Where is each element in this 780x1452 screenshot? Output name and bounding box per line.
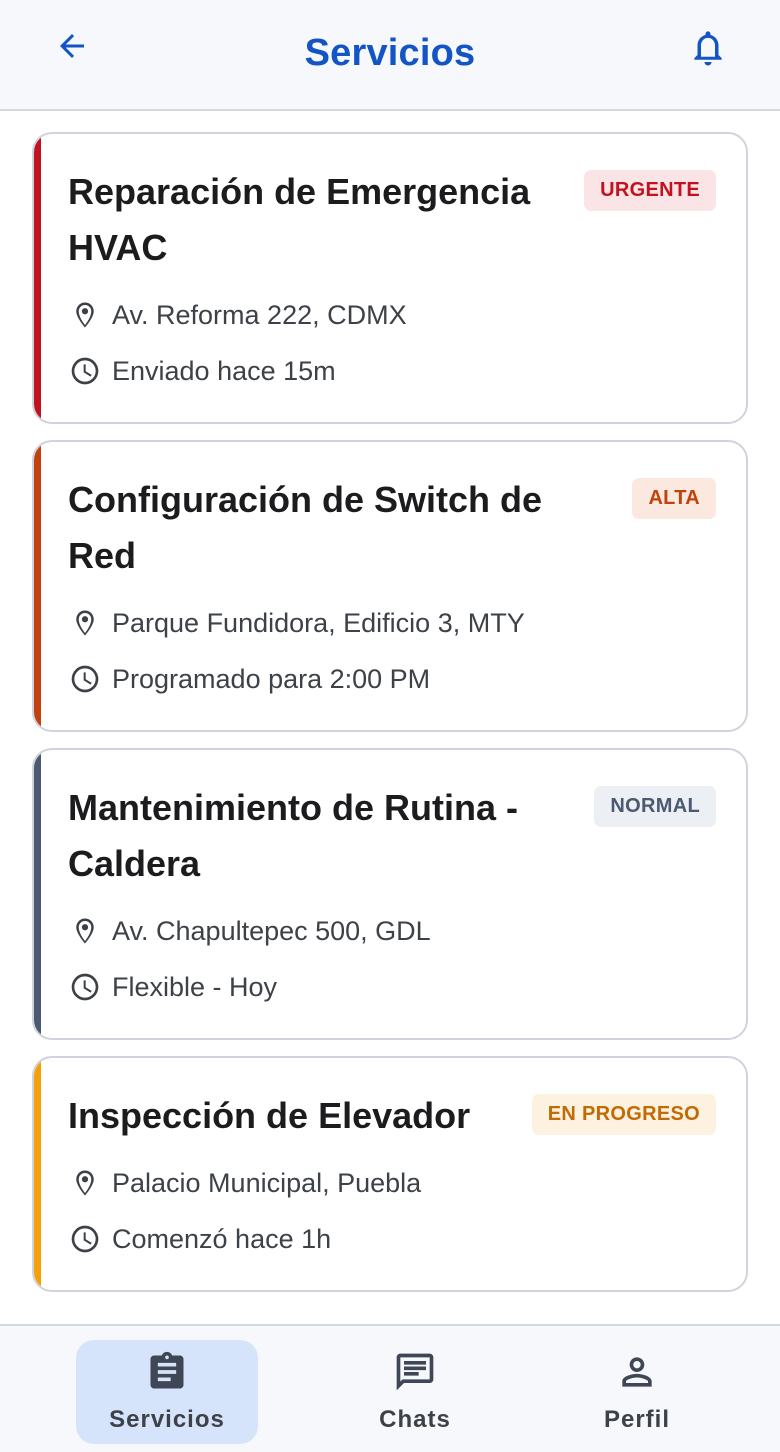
location-text: Palacio Municipal, Puebla — [112, 1167, 422, 1198]
person-icon — [615, 1350, 659, 1394]
top-app-bar: Servicios — [0, 0, 780, 111]
service-card[interactable]: Mantenimiento de Rutina - Caldera NORMAL… — [32, 748, 748, 1040]
service-title: Mantenimiento de Rutina - Caldera — [68, 787, 518, 884]
clipboard-icon — [145, 1350, 189, 1394]
notifications-button[interactable] — [684, 24, 732, 72]
location-pin-icon — [68, 606, 102, 640]
chat-icon — [393, 1350, 437, 1394]
priority-badge: URGENTE — [584, 170, 716, 211]
service-time: Flexible - Hoy — [68, 970, 716, 1004]
nav-label: Perfil — [603, 1406, 671, 1433]
location-pin-icon — [68, 1166, 102, 1200]
service-card[interactable]: Inspección de Elevador EN PROGRESO Palac… — [32, 1056, 748, 1292]
service-location: Av. Chapultepec 500, GDL — [68, 914, 716, 948]
location-text: Parque Fundidora, Edificio 3, MTY — [112, 607, 525, 638]
time-text: Comenzó hace 1h — [112, 1223, 332, 1254]
service-card[interactable]: Reparación de Emergencia HVAC URGENTE Av… — [32, 132, 748, 424]
service-title: Reparación de Emergencia HVAC — [68, 171, 531, 268]
time-text: Programado para 2:00 PM — [112, 663, 431, 694]
clock-icon — [68, 662, 102, 696]
nav-label: Chats — [379, 1406, 451, 1433]
time-text: Flexible - Hoy — [112, 971, 278, 1002]
priority-badge: ALTA — [632, 478, 716, 519]
service-list: Reparación de Emergencia HVAC URGENTE Av… — [32, 132, 748, 1308]
location-text: Av. Chapultepec 500, GDL — [112, 915, 431, 946]
service-title: Inspección de Elevador — [68, 1095, 471, 1136]
location-pin-icon — [68, 914, 102, 948]
service-location: Palacio Municipal, Puebla — [68, 1166, 716, 1200]
bell-icon — [694, 31, 722, 66]
priority-stripe — [34, 750, 41, 1038]
service-time: Enviado hace 15m — [68, 354, 716, 388]
location-text: Av. Reforma 222, CDMX — [112, 299, 407, 330]
priority-badge: NORMAL — [594, 786, 716, 827]
location-pin-icon — [68, 298, 102, 332]
service-location: Av. Reforma 222, CDMX — [68, 298, 716, 332]
nav-label: Servicios — [109, 1406, 225, 1433]
bottom-navigation: Servicios Chats Perfil — [0, 1324, 780, 1452]
service-card[interactable]: Configuración de Switch de Red ALTA Parq… — [32, 440, 748, 732]
clock-icon — [68, 354, 102, 388]
app-screen: Servicios Reparación de Emergencia HVAC … — [0, 0, 780, 1452]
status-badge: EN PROGRESO — [531, 1094, 716, 1135]
priority-stripe — [34, 1058, 41, 1290]
service-time: Comenzó hace 1h — [68, 1222, 716, 1256]
service-location: Parque Fundidora, Edificio 3, MTY — [68, 606, 716, 640]
page-title: Servicios — [304, 32, 476, 74]
nav-item-servicios[interactable]: Servicios — [76, 1340, 258, 1444]
service-title: Configuración de Switch de Red — [68, 479, 543, 576]
nav-item-perfil[interactable]: Perfil — [546, 1340, 728, 1444]
priority-stripe — [34, 442, 41, 730]
clock-icon — [68, 970, 102, 1004]
time-text: Enviado hace 15m — [112, 355, 336, 386]
service-time: Programado para 2:00 PM — [68, 662, 716, 696]
clock-icon — [68, 1222, 102, 1256]
nav-item-chats[interactable]: Chats — [324, 1340, 506, 1444]
priority-stripe — [34, 134, 41, 422]
